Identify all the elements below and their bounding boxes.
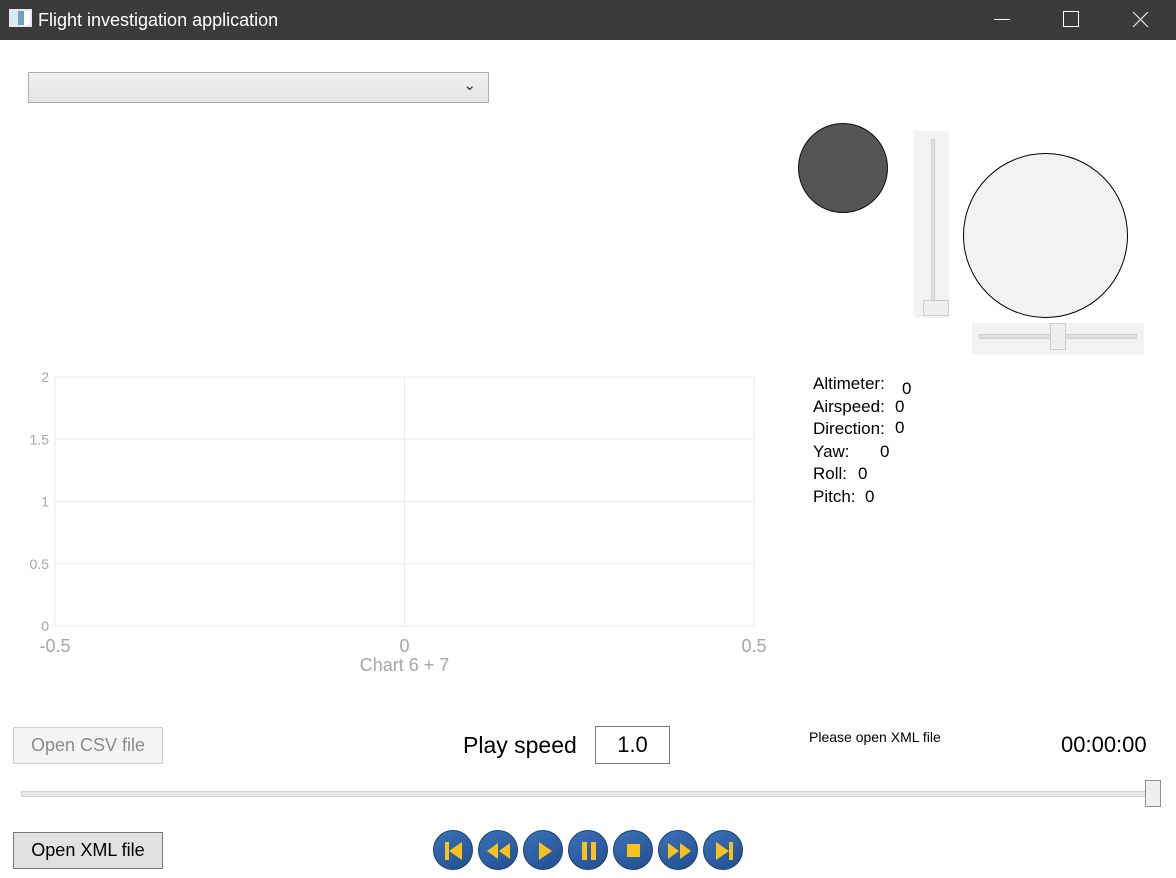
close-button[interactable] xyxy=(1118,0,1164,40)
throttle-slider-track xyxy=(931,139,935,305)
y-tick-label: 2 xyxy=(41,369,49,385)
fast-forward-icon xyxy=(668,843,691,859)
y-tick-label: 0.5 xyxy=(30,556,50,572)
stop-button[interactable] xyxy=(613,830,653,870)
open-csv-button[interactable]: Open CSV file xyxy=(13,727,163,764)
x-tick-label: 0.5 xyxy=(741,636,766,656)
window-title: Flight investigation application xyxy=(38,10,279,30)
play-speed-label: Play speed xyxy=(463,732,577,758)
app-icon xyxy=(9,9,32,27)
joystick-circle xyxy=(963,153,1128,318)
stop-icon xyxy=(627,844,640,857)
rudder-slider[interactable] xyxy=(972,323,1144,355)
x-tick-label: 0 xyxy=(399,636,409,656)
rudder-indicator xyxy=(798,123,888,213)
pause-button[interactable] xyxy=(568,830,608,870)
yaw-label: Yaw: xyxy=(813,442,850,461)
altimeter-label: Altimeter: xyxy=(813,374,885,393)
time-display: 00:00:00 xyxy=(1061,732,1147,757)
flight-selector-dropdown[interactable]: ⌄ xyxy=(28,72,489,103)
rewind-button[interactable] xyxy=(478,830,518,870)
airspeed-label: Airspeed: xyxy=(813,397,885,416)
pitch-value: 0 xyxy=(865,487,875,506)
x-tick-label: -0.5 xyxy=(39,636,70,656)
skip-to-start-button[interactable] xyxy=(433,830,473,870)
timeline-slider-thumb[interactable] xyxy=(1145,780,1161,807)
skip-to-end-button[interactable] xyxy=(703,830,743,870)
skip-end-icon xyxy=(716,842,733,860)
throttle-slider-thumb[interactable] xyxy=(923,300,949,316)
open-xml-button[interactable]: Open XML file xyxy=(13,832,163,869)
y-tick-label: 0 xyxy=(41,618,49,634)
rewind-icon xyxy=(487,843,510,859)
chart-6-7: 0 0.5 1 1.5 2 -0.5 0 0.5 Chart 6 + 7 xyxy=(30,369,767,675)
airspeed-value: 0 xyxy=(895,397,905,416)
y-tick-label: 1 xyxy=(41,494,49,510)
skip-start-icon xyxy=(445,842,462,860)
altimeter-value: 0 xyxy=(902,379,912,398)
x-axis-label: Chart 6 + 7 xyxy=(360,655,450,675)
throttle-slider[interactable] xyxy=(914,131,949,318)
y-tick-label: 1.5 xyxy=(30,431,50,447)
pitch-label: Pitch: xyxy=(813,487,856,506)
pause-icon xyxy=(582,842,596,860)
chevron-down-icon: ⌄ xyxy=(463,76,476,94)
roll-value: 0 xyxy=(858,464,868,483)
timeline-slider[interactable] xyxy=(21,780,1161,807)
play-speed-input[interactable]: 1.0 xyxy=(595,726,670,764)
rudder-slider-thumb[interactable] xyxy=(1050,323,1066,350)
direction-label: Direction: xyxy=(813,419,885,438)
status-message: Please open XML file xyxy=(809,729,941,745)
minimize-button[interactable] xyxy=(981,0,1027,40)
direction-value: 0 xyxy=(895,418,905,437)
play-button[interactable] xyxy=(523,830,563,870)
fast-forward-button[interactable] xyxy=(658,830,698,870)
timeline-slider-track xyxy=(21,791,1151,797)
play-icon xyxy=(539,842,552,860)
yaw-value: 0 xyxy=(880,442,890,461)
roll-label: Roll: xyxy=(813,464,848,483)
maximize-button[interactable] xyxy=(1047,0,1093,40)
title-bar: Flight investigation application xyxy=(0,0,1176,40)
